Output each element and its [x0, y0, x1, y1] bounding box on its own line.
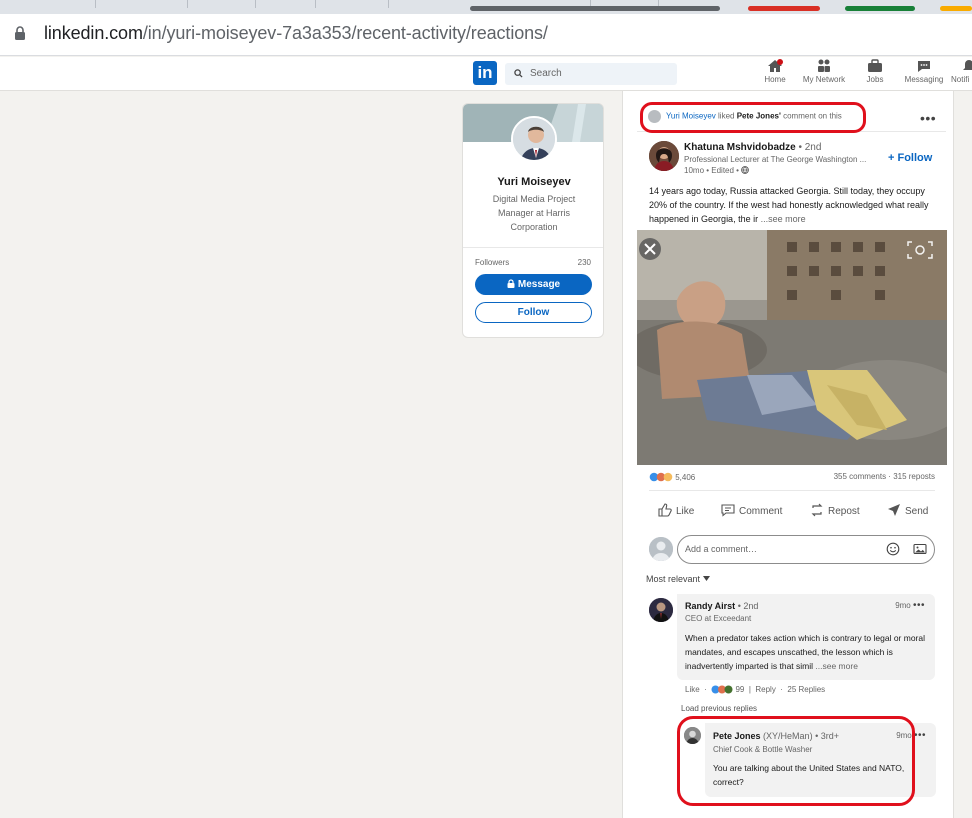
follow-author-button[interactable]: + Follow — [888, 152, 932, 164]
linkedin-nav-bar: in Search Home My Network Jobs Messaging… — [0, 57, 972, 91]
url-text[interactable]: linkedin.com/in/yuri-moiseyev-7a3a353/re… — [44, 23, 548, 44]
author-title: Professional Lecturer at The George Wash… — [684, 155, 867, 164]
comment-input[interactable]: Add a comment… — [677, 535, 935, 564]
thumbs-up-icon — [658, 503, 672, 517]
see-more-link[interactable]: ...see more — [761, 214, 806, 224]
like-button[interactable]: Like — [658, 503, 694, 517]
reactions-icons — [711, 685, 733, 694]
comment-time: 9mo ••• — [895, 600, 925, 611]
see-more-link[interactable]: ...see more — [815, 661, 858, 671]
comment-actions: Like · 99 | Reply · 25 Replies — [685, 685, 826, 694]
messaging-icon — [918, 61, 930, 72]
post-image[interactable] — [637, 230, 947, 465]
reply-bubble: Pete Jones (XY/HeMan) • 3rd+ Chief Cook … — [705, 723, 936, 797]
reply-text: You are talking about the United States … — [713, 763, 905, 787]
commenter-avatar[interactable] — [649, 598, 673, 622]
bell-icon — [963, 60, 972, 70]
reply-time: 9mo ••• — [896, 730, 926, 741]
comment-replies-count[interactable]: 25 Replies — [787, 685, 825, 694]
repost-icon — [811, 503, 823, 517]
home-icon — [768, 59, 783, 72]
linkedin-logo-icon[interactable]: in — [473, 61, 497, 85]
reactions-icons — [649, 472, 673, 482]
profile-card: Yuri Moiseyev Digital Media Project Mana… — [462, 103, 604, 338]
comment-reaction-count[interactable]: 99 — [735, 685, 744, 694]
emoji-icon[interactable] — [886, 542, 900, 556]
reactions-count[interactable]: 5,406 — [675, 473, 695, 482]
sort-comments-dropdown[interactable]: Most relevant — [646, 574, 710, 584]
author-name[interactable]: Khatuna Mshvidobadze • 2nd — [684, 142, 821, 153]
network-icon — [818, 59, 830, 72]
send-icon — [888, 504, 900, 516]
profile-avatar[interactable] — [511, 116, 557, 162]
comments-reposts-count[interactable]: 355 comments · 315 reposts — [834, 472, 935, 481]
comment-reply-button[interactable]: Reply — [755, 685, 775, 694]
lock-icon — [15, 26, 25, 40]
globe-icon — [741, 166, 750, 174]
commenter-title: CEO at Exceedant — [685, 614, 752, 623]
send-button[interactable]: Send — [887, 503, 928, 517]
post-stats: 5,406 355 comments · 315 reposts — [649, 472, 935, 482]
nav-my-network[interactable]: My Network — [801, 59, 847, 84]
followers-count: 230 — [577, 258, 591, 267]
current-user-avatar[interactable] — [649, 537, 673, 561]
repost-button[interactable]: Repost — [810, 503, 860, 517]
briefcase-icon — [868, 59, 882, 72]
yuri-mini-avatar[interactable] — [648, 110, 661, 123]
image-icon[interactable] — [913, 542, 927, 556]
reply-options-icon[interactable]: ••• — [914, 730, 926, 741]
activity-header: Yuri Moiseyev liked Pete Jones' comment … — [648, 110, 842, 123]
search-input[interactable]: Search — [505, 63, 677, 85]
nav-notifications[interactable]: Notifi — [951, 59, 972, 84]
reply-author-name[interactable]: Pete Jones (XY/HeMan) • 3rd+ — [713, 731, 839, 741]
followers-label: Followers — [475, 258, 510, 267]
comment-like-button[interactable]: Like — [685, 685, 700, 694]
commenter-name[interactable]: Randy Airst • 2nd — [685, 601, 758, 611]
comment-options-icon[interactable]: ••• — [913, 600, 925, 611]
nav-home[interactable]: Home — [763, 59, 787, 84]
nav-messaging[interactable]: Messaging — [903, 59, 945, 84]
follow-button[interactable]: Follow — [475, 302, 592, 323]
lock-icon — [507, 279, 515, 288]
divider — [649, 490, 935, 491]
more-options-icon[interactable]: ••• — [920, 110, 936, 126]
caret-down-icon — [702, 576, 710, 581]
reply-author-avatar[interactable] — [684, 727, 701, 744]
profile-headline: Digital Media Project Manager at Harris … — [492, 194, 576, 232]
divider — [637, 131, 946, 132]
target-link[interactable]: Pete Jones' — [737, 112, 781, 121]
reply-author-title: Chief Cook & Bottle Washer — [713, 745, 813, 754]
comment-bubble: Randy Airst • 2nd CEO at Exceedant 9mo •… — [677, 594, 935, 680]
actor-link[interactable]: Yuri Moiseyev — [666, 112, 716, 121]
nav-jobs[interactable]: Jobs — [864, 59, 886, 84]
browser-tab-strip — [0, 0, 972, 14]
post-text: 14 years ago today, Russia attacked Geor… — [649, 186, 929, 224]
author-avatar[interactable] — [649, 141, 679, 171]
comment-button[interactable]: Comment — [721, 503, 782, 517]
comment-icon — [721, 504, 735, 517]
profile-name[interactable]: Yuri Moiseyev — [463, 176, 603, 188]
load-previous-replies-link[interactable]: Load previous replies — [681, 704, 757, 713]
comment-text: When a predator takes action which is co… — [685, 633, 926, 671]
post-meta: 10mo • Edited • — [684, 166, 750, 175]
message-button[interactable]: Message — [475, 274, 592, 295]
search-icon — [514, 69, 523, 78]
browser-address-bar[interactable]: linkedin.com/in/yuri-moiseyev-7a3a353/re… — [0, 14, 972, 56]
divider — [463, 247, 603, 248]
